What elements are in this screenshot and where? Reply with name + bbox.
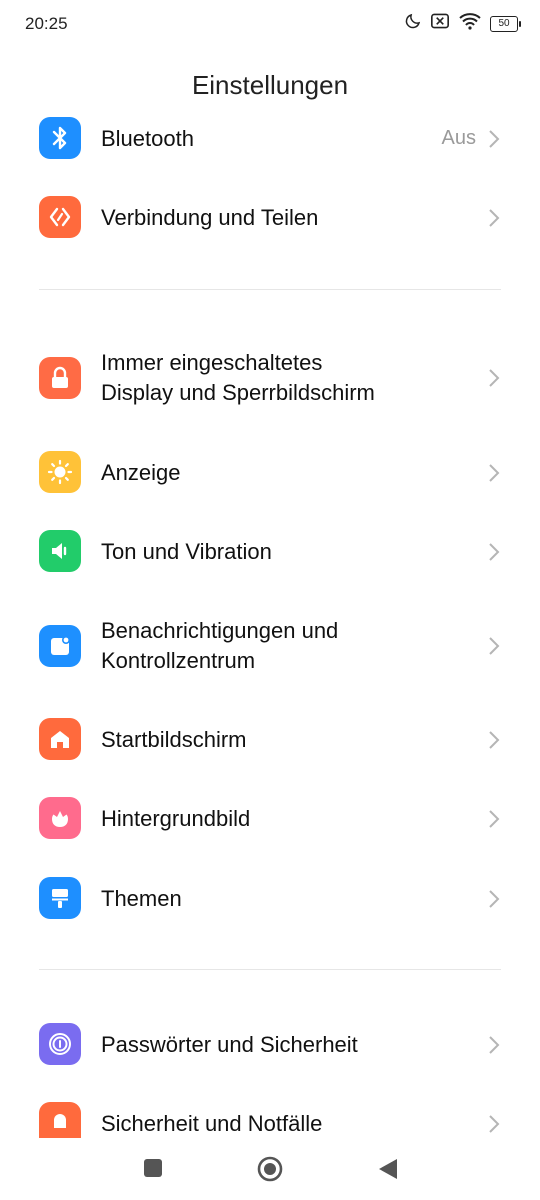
settings-item-label: Verbindung und Teilen xyxy=(101,205,319,230)
settings-item-wallpaper[interactable]: Hintergrundbild xyxy=(0,797,540,841)
settings-item-label-line2: Kontrollzentrum xyxy=(101,648,256,673)
settings-item-label: Immer eingeschaltetes xyxy=(101,350,323,375)
chevron-right-icon xyxy=(489,543,500,561)
chevron-right-icon xyxy=(489,890,500,908)
settings-item-passwords[interactable]: Passwörter und Sicherheit xyxy=(0,1023,540,1067)
settings-item-label: Passwörter und Sicherheit xyxy=(101,1032,358,1057)
notification-icon xyxy=(39,625,81,667)
settings-item-label: Startbildschirm xyxy=(101,727,247,752)
chevron-right-icon xyxy=(489,731,500,749)
wifi-icon xyxy=(458,12,482,35)
bluetooth-status: Aus xyxy=(441,127,476,149)
chevron-right-icon xyxy=(489,369,500,387)
page-title: Einstellungen xyxy=(191,70,349,100)
settings-item-themes[interactable]: Themen xyxy=(0,877,540,921)
back-button[interactable] xyxy=(377,1157,399,1186)
recents-button[interactable] xyxy=(143,1158,163,1183)
battery-icon: 50 xyxy=(490,15,521,32)
moon-icon xyxy=(404,12,422,35)
share-icon xyxy=(39,196,81,238)
settings-item-bluetooth[interactable]: Bluetooth Aus xyxy=(0,117,540,161)
status-icons: 50 xyxy=(404,12,521,35)
settings-item-notifications[interactable]: Benachrichtigungen und Kontrollzentrum xyxy=(0,616,540,676)
settings-item-display[interactable]: Anzeige xyxy=(0,451,540,495)
chevron-right-icon xyxy=(489,1036,500,1054)
chevron-right-icon xyxy=(489,209,500,227)
status-bar: 20:25 50 xyxy=(0,0,540,50)
chevron-right-icon xyxy=(489,810,500,828)
settings-item-connection[interactable]: Verbindung und Teilen xyxy=(0,196,540,240)
chevron-right-icon xyxy=(489,464,500,482)
section-divider xyxy=(39,289,501,290)
navigation-bar xyxy=(0,1140,540,1200)
settings-item-label: Ton und Vibration xyxy=(101,539,272,564)
speaker-icon xyxy=(39,530,81,572)
chevron-right-icon xyxy=(489,130,500,148)
status-time: 20:25 xyxy=(25,14,68,33)
settings-item-sound[interactable]: Ton und Vibration xyxy=(0,530,540,574)
lock-icon xyxy=(39,357,81,399)
settings-item-label: Bluetooth xyxy=(101,126,194,151)
paint-roller-icon xyxy=(39,877,81,919)
settings-item-aod[interactable]: Immer eingeschaltetes Display und Sperrb… xyxy=(0,348,540,408)
settings-item-label: Hintergrundbild xyxy=(101,806,251,831)
settings-item-label-line2: Display und Sperrbildschirm xyxy=(101,380,375,405)
flower-icon xyxy=(39,797,81,839)
settings-item-label: Themen xyxy=(101,886,182,911)
settings-item-label: Benachrichtigungen und xyxy=(101,618,339,643)
home-button[interactable] xyxy=(257,1156,283,1187)
chevron-right-icon xyxy=(489,1115,500,1133)
home-circle-icon xyxy=(257,1156,283,1182)
bluetooth-icon xyxy=(39,117,81,159)
settings-item-label: Anzeige xyxy=(101,460,181,485)
back-triangle-icon xyxy=(379,1159,397,1179)
settings-item-label: Sicherheit und Notfälle xyxy=(101,1111,323,1136)
chevron-right-icon xyxy=(489,637,500,655)
home-icon xyxy=(39,718,81,760)
fingerprint-icon xyxy=(39,1023,81,1065)
emergency-icon xyxy=(39,1102,81,1138)
no-sim-icon xyxy=(430,12,450,35)
sun-icon xyxy=(39,451,81,493)
square-icon xyxy=(144,1159,162,1177)
section-divider xyxy=(39,969,501,970)
settings-item-home[interactable]: Startbildschirm xyxy=(0,718,540,762)
